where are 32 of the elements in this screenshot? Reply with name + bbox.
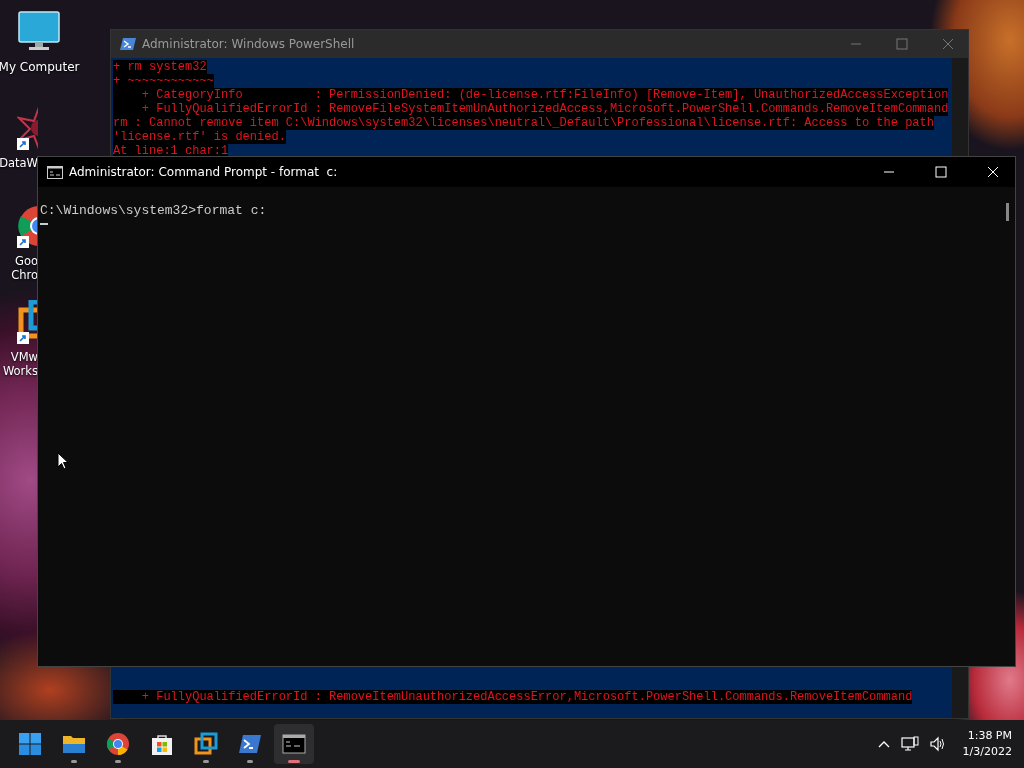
text-cursor [40, 223, 48, 225]
terminal-icon [47, 165, 63, 179]
window-title: Administrator: Windows PowerShell [142, 37, 355, 51]
shopping-bag-icon [150, 732, 174, 756]
mouse-pointer-icon [57, 452, 69, 470]
browser-icon [106, 732, 130, 756]
cmd-taskbar-button[interactable] [274, 724, 314, 764]
vm-icon[interactable] [17, 300, 38, 344]
vm-icon [194, 732, 218, 756]
clock-time[interactable]: 1:38 PM [967, 728, 1012, 744]
desktop-icon-label[interactable]: Works [2, 364, 38, 378]
desktop-icon-label[interactable]: Goo [15, 254, 38, 268]
powershell-icon [238, 732, 262, 756]
running-indicator [203, 760, 209, 763]
window-title: Administrator: Command Prompt - format c: [69, 165, 338, 179]
running-indicator [71, 760, 77, 763]
clock-date[interactable]: 1/3/2022 [962, 744, 1012, 760]
running-indicator [115, 760, 121, 763]
speaker-icon[interactable] [928, 736, 945, 752]
network-icon[interactable] [900, 736, 919, 752]
desktop-icon-label[interactable]: Chro [11, 268, 38, 282]
command-line: C:\Windows\system32>format c: [40, 203, 267, 219]
running-indicator [247, 760, 253, 763]
desktop-icon-label[interactable]: My Computer [0, 60, 80, 74]
terminal-icon [282, 732, 306, 756]
desktop-icon-label[interactable]: DataW [0, 156, 38, 170]
scrollbar-thumb[interactable] [1006, 203, 1009, 221]
windows-logo-icon [18, 732, 42, 756]
desktop-icon-label[interactable]: VMw [10, 350, 38, 364]
powershell-icon [120, 36, 136, 52]
running-indicator [288, 760, 300, 763]
star-icon[interactable] [17, 106, 38, 150]
